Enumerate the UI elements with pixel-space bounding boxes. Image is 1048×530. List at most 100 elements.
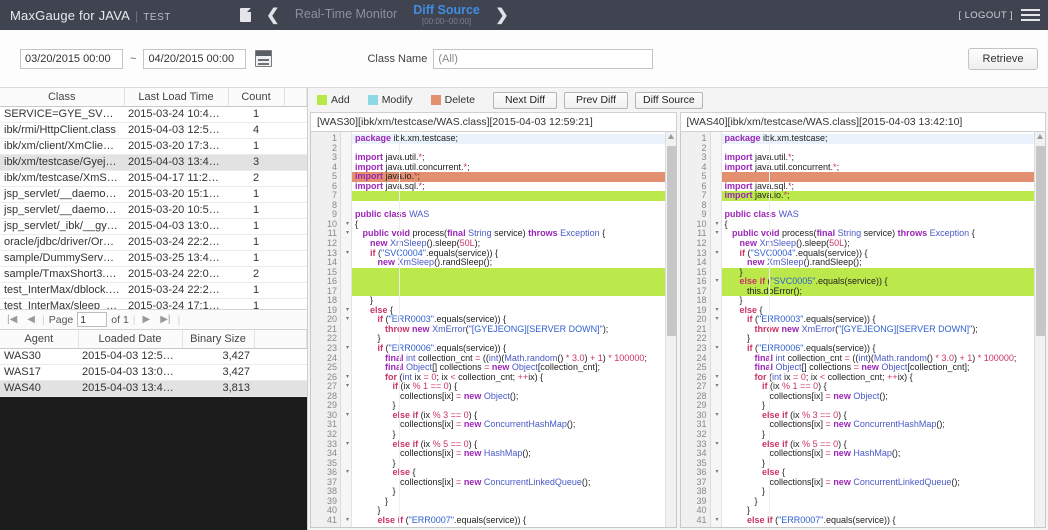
cell-binary-size: 3,427: [182, 364, 254, 381]
diff-source-button[interactable]: Diff Source: [634, 91, 703, 109]
code-line[interactable]: new XmSleep().randSleep();: [352, 257, 676, 268]
cell-count: 1: [228, 282, 284, 299]
agent-table-container[interactable]: Agent Loaded Date Binary Size WAS30 2015-…: [0, 330, 307, 530]
scroll-thumb[interactable]: [666, 146, 676, 336]
code-line[interactable]: collections[ix] = new ConcurrentHashMap(…: [722, 420, 1046, 430]
table-row[interactable]: jsp_servlet/__daemon_2··· 2015-03-20 10:5…: [0, 202, 307, 219]
diff-right-body[interactable]: 1234567891011121314151617181920212223242…: [679, 132, 1046, 528]
code-line[interactable]: import java.sql.*;: [352, 181, 676, 192]
diff-right-code[interactable]: package ibk.xm.testcase; import java.uti…: [721, 132, 1046, 527]
cell-count: 1: [228, 218, 284, 235]
cell-filler: [284, 266, 307, 283]
chevron-left-icon[interactable]: ❮: [259, 0, 287, 30]
page-number-input[interactable]: [77, 312, 108, 327]
diff-right-scrollbar[interactable]: [1034, 132, 1045, 527]
code-line[interactable]: collections[ix] = new Object();: [722, 391, 1046, 402]
code-line[interactable]: }: [722, 496, 1046, 507]
table-row[interactable]: test_InterMax/sleep_tes··· 2015-03-24 17:…: [0, 298, 307, 309]
table-row[interactable]: ibk/xm/testcase/XmSlee··· 2015-04-17 11:2…: [0, 170, 307, 187]
document-icon[interactable]: [233, 0, 259, 30]
environment-label: TEST: [143, 11, 171, 23]
calendar-icon[interactable]: [255, 50, 273, 67]
code-line[interactable]: this.doError();: [721, 286, 1045, 297]
last-page-icon[interactable]: ▶|: [157, 314, 173, 325]
code-line[interactable]: }: [352, 487, 676, 497]
table-row[interactable]: ibk/xm/testcase/Gyejeo··· 2015-04-03 13:4…: [0, 154, 307, 171]
code-line[interactable]: }: [352, 496, 676, 507]
class-name-input[interactable]: [433, 48, 654, 69]
cell-agent: WAS40: [0, 380, 78, 397]
code-line[interactable]: public class WAS: [352, 210, 676, 220]
code-line[interactable]: [352, 286, 676, 297]
date-from-input[interactable]: [20, 48, 123, 69]
diff-left-gutter: 1234567891011121314151617181920212223242…: [311, 132, 349, 527]
code-line[interactable]: package ibk.xm.testcase;: [352, 133, 676, 144]
code-line[interactable]: [352, 267, 676, 278]
cell-filler: [254, 348, 307, 365]
code-line[interactable]: [352, 191, 676, 201]
cell-class: ibk/xm/testcase/Gyejeo···: [0, 154, 124, 171]
table-row[interactable]: WAS30 2015-04-03 12:59:21 3,427: [0, 348, 307, 365]
table-row[interactable]: ibk/xm/client/XmClient.··· 2015-03-20 17:…: [0, 138, 307, 155]
table-row[interactable]: sample/DummyServerT··· 2015-03-25 13:48:1…: [0, 250, 307, 267]
table-row[interactable]: test_InterMax/dblock.cl··· 2015-03-24 22:…: [0, 282, 307, 299]
code-line[interactable]: import java.util.concurrent.*;: [722, 162, 1046, 173]
code-line[interactable]: collections[ix] = new ConcurrentLinkedQu…: [722, 477, 1046, 488]
date-to-input[interactable]: [143, 48, 247, 69]
code-line[interactable]: new XmSleep().randSleep();: [722, 257, 1046, 268]
hamburger-menu-icon[interactable]: [1021, 9, 1040, 21]
code-line[interactable]: else if ("ERR0007".equals(service)) {: [722, 515, 1046, 526]
prev-diff-button[interactable]: Prev Diff: [563, 91, 628, 109]
agent-table-body: WAS30 2015-04-03 12:59:21 3,427 WAS17 2015-0…: [0, 348, 307, 397]
diff-left-code[interactable]: package ibk.xm.testcase; import java.uti…: [352, 132, 676, 527]
main-nav: ❮ Real-Time Monitor Diff Source [00:00~0…: [233, 0, 516, 30]
code-line[interactable]: throw new XmError("[GYEJEONG][SERVER DOW…: [352, 324, 676, 335]
code-line[interactable]: collections[ix] = new Object();: [352, 391, 676, 402]
code-line[interactable]: [352, 277, 676, 287]
table-row[interactable]: WAS17 2015-04-03 13:03:15 3,427: [0, 364, 307, 381]
diff-left-scrollbar[interactable]: [664, 132, 676, 527]
legend-add-swatch: [317, 95, 327, 105]
table-row[interactable]: oracle/jdbc/driver/Orac··· 2015-03-24 22:…: [0, 234, 307, 251]
table-row[interactable]: ibk/rmi/HttpClient.class 2015-04-03 12:58…: [0, 122, 307, 139]
table-row[interactable]: WAS40 2015-04-03 13:42:10 3,813: [0, 380, 307, 397]
scroll-up-icon[interactable]: [1037, 134, 1043, 139]
next-diff-button[interactable]: Next Diff: [492, 91, 557, 109]
code-line[interactable]: package ibk.xm.testcase;: [721, 133, 1045, 144]
next-page-icon[interactable]: ▶: [140, 314, 154, 325]
column-header-last-load-time[interactable]: Last Load Time: [124, 88, 229, 107]
column-header-count[interactable]: Count: [228, 88, 285, 107]
code-line[interactable]: throw new XmError("[GYEJEONG][SERVER DOW…: [722, 324, 1046, 335]
code-line[interactable]: else if ("ERR0007".equals(service)) {: [352, 515, 676, 526]
code-line[interactable]: public class WAS: [722, 210, 1046, 220]
code-line[interactable]: collections[ix] = new ConcurrentLinkedQu…: [352, 477, 676, 488]
code-line[interactable]: }: [722, 296, 1046, 306]
table-row[interactable]: jsp_servlet/__daemon.cl··· 2015-03-20 15:…: [0, 186, 307, 203]
code-line[interactable]: }: [352, 296, 676, 306]
table-row[interactable]: sample/TmaxShort3.class 2015-03-24 22:09:…: [0, 266, 307, 283]
diff-left-body[interactable]: 1234567891011121314151617181920212223242…: [310, 132, 677, 528]
chevron-right-icon[interactable]: ❯: [488, 0, 516, 30]
retrieve-button[interactable]: Retrieve: [968, 48, 1038, 70]
scroll-up-icon[interactable]: [667, 134, 674, 139]
nav-item-real-time-monitor[interactable]: Real-Time Monitor: [287, 0, 405, 30]
column-header-loaded-date[interactable]: Loaded Date: [78, 330, 183, 349]
column-header-agent[interactable]: Agent: [0, 330, 79, 349]
code-line[interactable]: collections[ix] = new ConcurrentHashMap(…: [352, 420, 676, 430]
code-line[interactable]: collections[ix] = new HashMap();: [722, 448, 1046, 459]
table-row[interactable]: jsp_servlet/_ibk/__gyeje··· 2015-04-03 13…: [0, 218, 307, 235]
column-header-binary-size[interactable]: Binary Size: [182, 330, 255, 349]
nav-item-diff-source[interactable]: Diff Source [00:00~00:00]: [405, 0, 488, 30]
class-table-container[interactable]: Class Last Load Time Count SERVICE=GYE_S…: [0, 88, 307, 310]
code-line[interactable]: collections[ix] = new HashMap();: [352, 448, 676, 459]
table-row[interactable]: SERVICE=GYE_SVC0001 2015-03-24 10:46:05 1: [0, 106, 307, 123]
scroll-thumb[interactable]: [1036, 146, 1045, 336]
prev-page-icon[interactable]: ◀: [24, 314, 38, 325]
logout-button[interactable]: [ LOGOUT ]: [958, 10, 1013, 21]
cell-last-load-time: 2015-03-24 22:09:45: [124, 266, 228, 283]
column-header-class[interactable]: Class: [0, 88, 125, 107]
cell-loaded-date: 2015-04-03 13:03:15: [78, 364, 182, 381]
code-line[interactable]: }: [722, 487, 1046, 497]
first-page-icon[interactable]: |◀: [4, 314, 20, 325]
code-line[interactable]: import java.io.*;: [721, 191, 1045, 201]
